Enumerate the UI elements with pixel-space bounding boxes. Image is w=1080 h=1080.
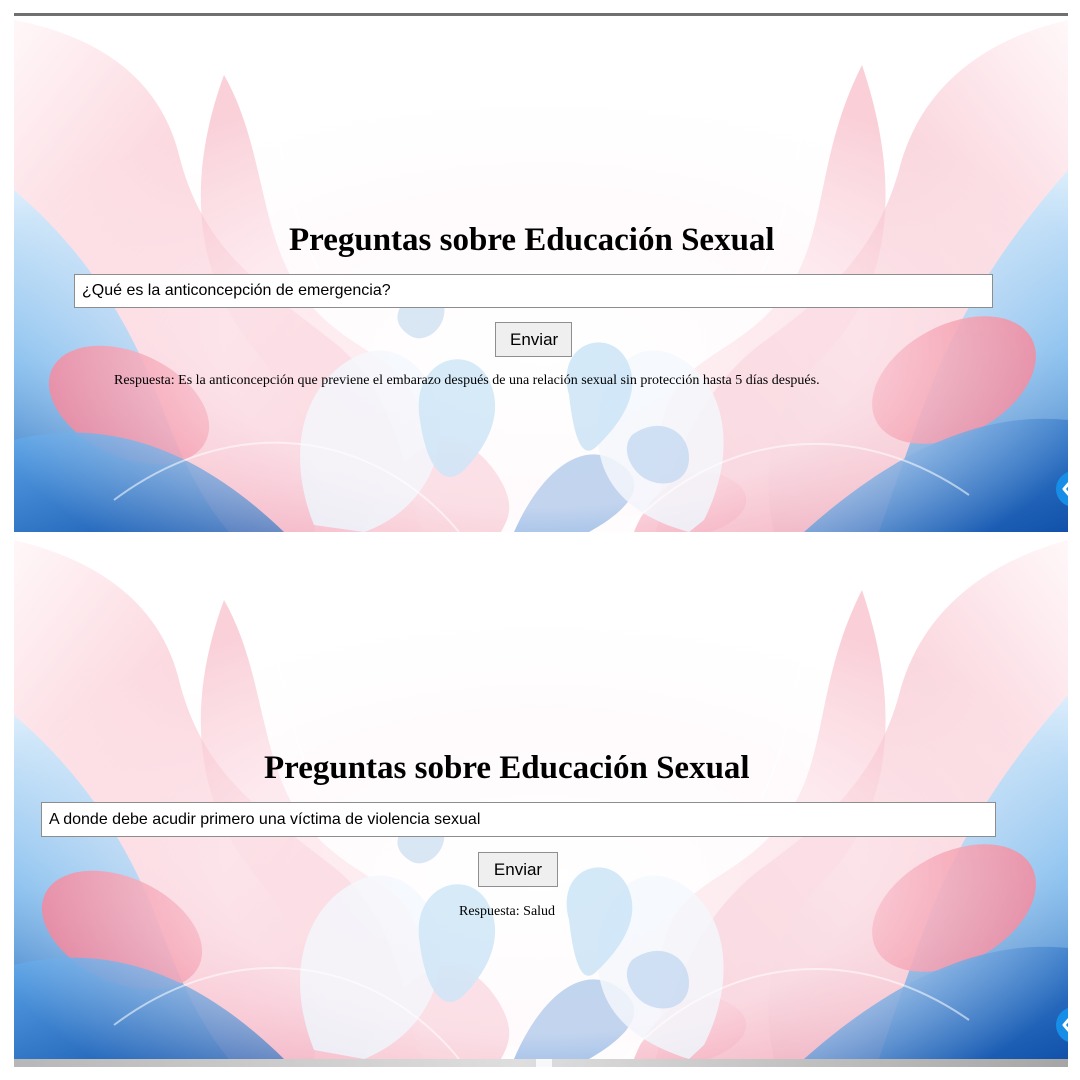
- send-button[interactable]: Enviar: [495, 322, 572, 357]
- chevron-left-icon: [1062, 1018, 1068, 1032]
- page-title: Preguntas sobre Educación Sexual: [289, 222, 775, 258]
- chevron-left-icon: [1062, 482, 1068, 496]
- abstract-floral-background: [14, 540, 1068, 1059]
- page-title: Preguntas sobre Educación Sexual: [264, 750, 750, 786]
- top-window-border: [14, 13, 1068, 16]
- bottom-divider: [536, 1059, 552, 1067]
- question-form-panel: Preguntas sobre Educación Sexual Enviar …: [14, 540, 1068, 1059]
- send-button[interactable]: Enviar: [478, 852, 558, 887]
- answer-text: Respuesta: Salud: [459, 904, 556, 919]
- question-input[interactable]: [41, 802, 996, 837]
- question-form-panel: Preguntas sobre Educación Sexual Enviar …: [14, 20, 1068, 532]
- answer-text: Respuesta: Es la anticoncepción que prev…: [114, 373, 820, 388]
- question-input[interactable]: [74, 274, 993, 308]
